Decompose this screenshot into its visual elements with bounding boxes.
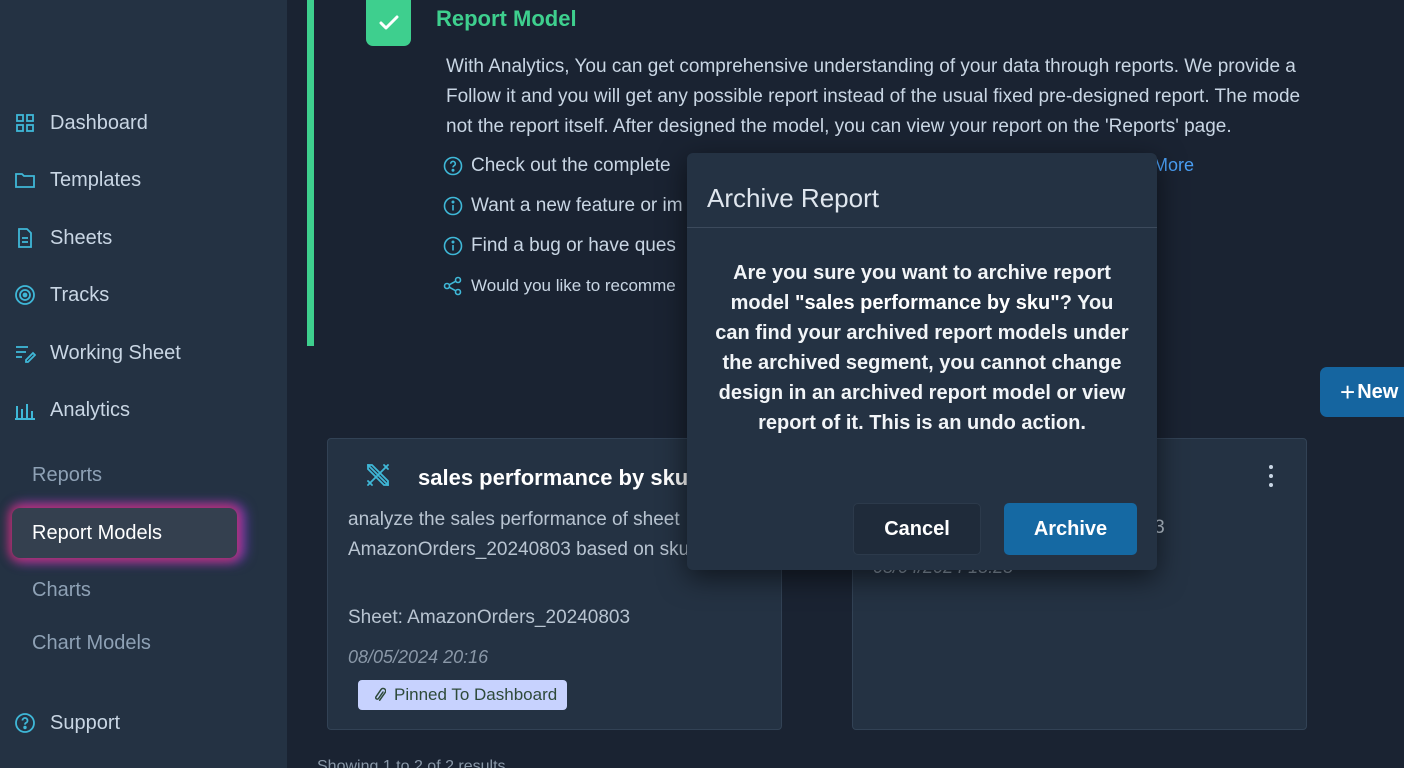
sidebar-item-label: Sheets [50,226,113,249]
info-title: Report Model [436,6,577,31]
info-icon [442,235,464,257]
paperclip-icon [374,687,386,703]
cancel-button[interactable]: Cancel [853,503,981,555]
dialog-title: Archive Report [707,183,879,213]
list-edit-icon [14,342,36,364]
sidebar-item-label: Working Sheet [50,341,181,364]
sidebar-subitem-report-models[interactable]: Report Models [12,508,237,558]
info-description: With Analytics, You can get comprehensiv… [446,52,1404,142]
sidebar-subitem-charts[interactable]: Charts [12,565,237,615]
sidebar-item-sheets[interactable]: Sheets [0,218,287,258]
archive-report-dialog: Archive Report Are you sure you want to … [687,153,1157,570]
info-line-bug: Find a bug or have ques [442,235,676,257]
design-tools-icon [367,464,389,486]
folder-icon [14,169,36,191]
more-options-icon[interactable] [1261,463,1281,489]
sidebar-item-dashboard[interactable]: Dashboard [0,103,287,143]
sidebar-item-label: Support [50,711,121,734]
help-circle-icon [442,155,464,177]
pagination-summary: Showing 1 to 2 of 2 results [317,758,506,768]
sidebar-subitem-chart-models[interactable]: Chart Models [12,618,237,668]
sidebar-item-label: Templates [50,168,142,191]
check-icon [366,0,411,46]
sidebar-item-tracks[interactable]: Tracks [0,275,287,315]
info-line-feature: Want a new feature or im [442,195,683,217]
bar-chart-icon [14,399,36,421]
sidebar-subitem-reports[interactable]: Reports [12,450,237,500]
share-icon [442,275,464,297]
sidebar: Dashboard Templates Sheets Tracks Workin… [0,0,287,768]
card-title[interactable]: sales performance by sku [418,465,688,491]
dialog-model-name: "sales performance by sku" [795,292,1060,314]
info-desc-line: With Analytics, You can get comprehensiv… [446,56,1296,77]
card-date: 08/05/2024 20:16 [348,647,489,667]
dialog-message: Are you sure you want to archive report … [715,262,1129,434]
archive-button[interactable]: Archive [1004,503,1137,555]
plus-icon: + [1340,376,1356,407]
new-report-model-button[interactable]: + New [1320,367,1404,417]
info-line-recommend: Would you like to recomme [442,275,676,297]
sidebar-item-analytics[interactable]: Analytics [0,390,287,430]
sidebar-item-templates[interactable]: Templates [0,160,287,200]
info-icon [442,195,464,217]
info-line-docs: Check out the complete [442,155,671,177]
document-icon [14,227,36,249]
help-circle-icon [14,712,36,734]
sidebar-item-label: Analytics [50,398,131,421]
card-description: analyze the sales performance of sheet A… [348,509,695,560]
sidebar-item-label: Dashboard [50,111,148,134]
track-icon [14,284,36,306]
card-sheet: Sheet: AmazonOrders_20240803 [348,607,631,628]
info-desc-line: not the report itself. After designed th… [446,116,1232,137]
pinned-badge: Pinned To Dashboard [358,680,568,710]
info-desc-line: Follow it and you will get any possible … [446,86,1301,107]
dialog-divider [687,227,1157,228]
sidebar-item-support[interactable]: Support [0,703,287,743]
sidebar-item-label: Tracks [50,283,110,306]
grid-icon [14,112,36,134]
sidebar-item-working-sheet[interactable]: Working Sheet [0,333,287,373]
